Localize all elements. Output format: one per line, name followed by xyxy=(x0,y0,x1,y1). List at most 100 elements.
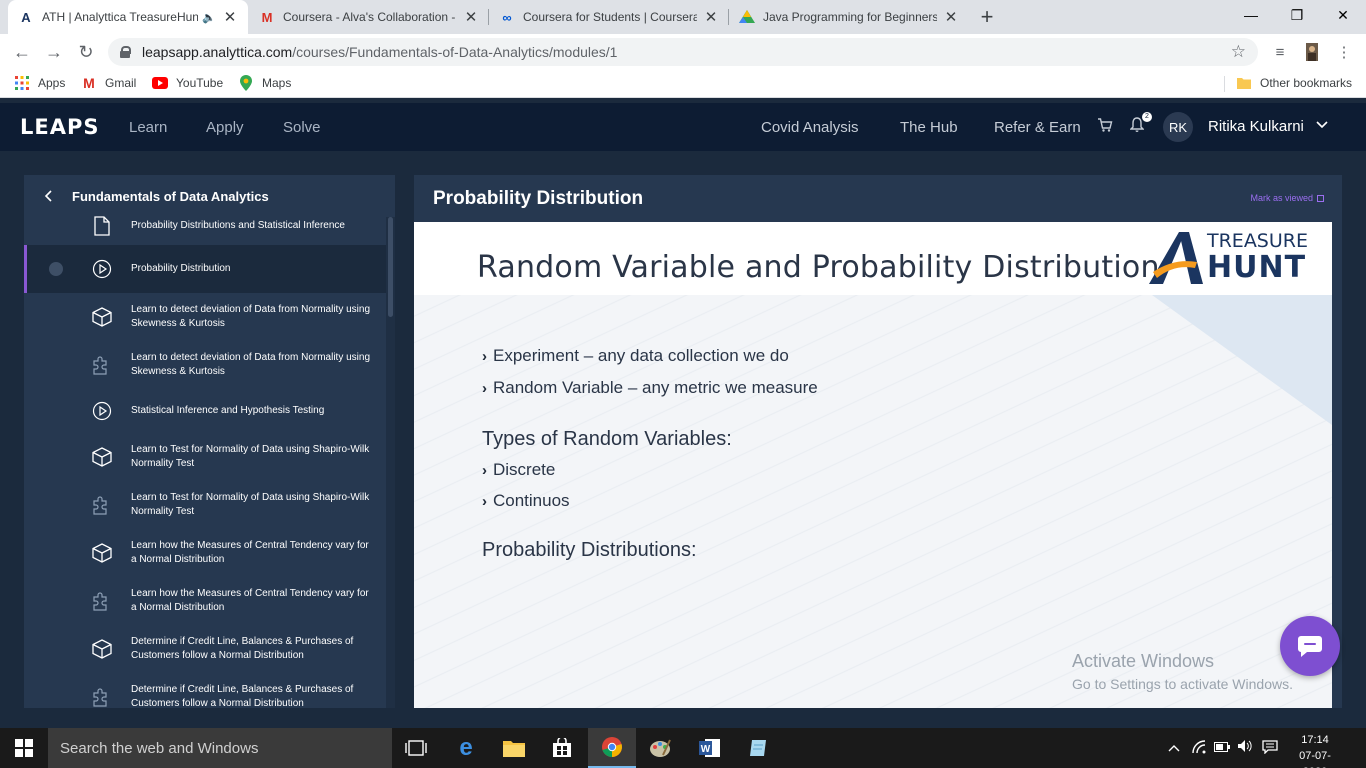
tab-title: Coursera for Students | Coursera xyxy=(523,10,697,24)
chevron-right-icon: › xyxy=(482,347,487,365)
lock-icon xyxy=(120,46,131,58)
nav-the-hub[interactable]: The Hub xyxy=(900,119,958,136)
chevron-left-icon[interactable] xyxy=(24,186,72,207)
nav-refer-earn[interactable]: Refer & Earn xyxy=(994,119,1081,136)
bookmark-label: YouTube xyxy=(176,76,224,90)
sidebar-lesson-item[interactable]: Learn how the Measures of Central Tenden… xyxy=(24,577,386,625)
word-icon[interactable]: W xyxy=(686,728,734,768)
user-avatar[interactable]: RK xyxy=(1163,112,1193,142)
nav-learn[interactable]: Learn xyxy=(129,119,167,136)
mark-as-viewed-button[interactable]: Mark as viewed xyxy=(1250,193,1324,203)
store-icon[interactable] xyxy=(538,728,586,768)
puzzle-icon xyxy=(92,355,112,375)
wifi-icon[interactable] xyxy=(1192,740,1206,757)
chevron-right-icon: › xyxy=(482,461,487,479)
lesson-label: Learn how the Measures of Central Tenden… xyxy=(131,588,369,613)
scrollbar-thumb[interactable] xyxy=(388,217,393,317)
lesson-label: Determine if Credit Line, Balances & Pur… xyxy=(131,684,354,708)
volume-icon[interactable] xyxy=(1238,740,1252,755)
sidebar-lesson-item[interactable]: Probability Distributions and Statistica… xyxy=(24,207,386,245)
tab-coursera-alva[interactable]: M Coursera - Alva's Collaboration - ✕ xyxy=(249,0,489,34)
bookmark-star-icon[interactable]: ☆ xyxy=(1231,42,1246,62)
edge-icon[interactable]: e xyxy=(442,728,490,768)
close-tab-icon[interactable]: ✕ xyxy=(943,8,959,26)
notes-app-icon[interactable] xyxy=(734,728,782,768)
windows-start-icon[interactable] xyxy=(0,728,48,768)
tab-title: Coursera - Alva's Collaboration - xyxy=(283,10,456,24)
tab-java-programming[interactable]: Java Programming for Beginners ✕ xyxy=(729,0,969,34)
sidebar-lesson-item[interactable]: Learn to Test for Normality of Data usin… xyxy=(24,433,386,481)
cart-icon[interactable] xyxy=(1097,117,1113,138)
bookmark-apps[interactable]: Apps xyxy=(14,75,65,91)
close-window-button[interactable]: ✕ xyxy=(1320,0,1366,30)
tab-analyttica[interactable]: A ATH | Analyttica TreasureHun 🔈 ✕ xyxy=(8,0,248,34)
new-tab-button[interactable]: + xyxy=(976,4,998,30)
menu-kebab-icon[interactable]: ⋮ xyxy=(1334,42,1354,62)
bookmark-youtube[interactable]: YouTube xyxy=(152,75,223,91)
tab-title: ATH | Analyttica TreasureHun xyxy=(42,10,199,24)
taskbar-clock[interactable]: 17:14 07-07-2020 xyxy=(1290,732,1340,768)
bookmark-other[interactable]: Other bookmarks xyxy=(1236,75,1352,91)
user-name[interactable]: Ritika Kulkarni xyxy=(1208,118,1304,135)
sidebar-scrollbar[interactable] xyxy=(386,217,395,708)
sidebar-lesson-item[interactable]: Probability Distribution xyxy=(24,245,386,293)
bookmark-gmail[interactable]: M Gmail xyxy=(81,75,136,91)
slide-subheading: Types of Random Variables: xyxy=(482,428,732,450)
sidebar-lesson-item[interactable]: Learn to detect deviation of Data from N… xyxy=(24,293,386,341)
svg-text:W: W xyxy=(701,744,711,755)
sidebar-lesson-item[interactable]: Determine if Credit Line, Balances & Pur… xyxy=(24,625,386,673)
reload-icon[interactable]: ↻ xyxy=(74,40,98,64)
clock-date: 07-07-2020 xyxy=(1299,750,1331,768)
sidebar-lesson-item[interactable]: Learn to detect deviation of Data from N… xyxy=(24,341,386,389)
slide-bullet: › Experiment – any data collection we do xyxy=(482,346,789,366)
bell-icon[interactable] xyxy=(1129,117,1145,138)
paint-icon[interactable] xyxy=(636,728,684,768)
slide-bullet: › Discrete xyxy=(482,460,555,480)
lesson-label: Determine if Credit Line, Balances & Pur… xyxy=(131,636,354,661)
gmail-favicon-icon: M xyxy=(261,9,273,25)
sidebar-title: Fundamentals of Data Analytics xyxy=(72,188,269,204)
tab-coursera-students[interactable]: ∞ Coursera for Students | Coursera ✕ xyxy=(489,0,729,34)
lesson-list: Probability Distributions and Statistica… xyxy=(24,207,386,708)
reading-list-icon[interactable]: ≡ xyxy=(1270,42,1290,62)
profile-avatar-icon[interactable] xyxy=(1302,42,1322,62)
file-explorer-icon[interactable] xyxy=(490,728,538,768)
address-bar[interactable]: leapsapp.analyttica.com/courses/Fundamen… xyxy=(108,38,1258,66)
slide-bullet: › Continuos xyxy=(482,491,570,511)
analyttica-favicon-icon: A xyxy=(21,9,31,25)
mark-as-viewed-label: Mark as viewed xyxy=(1250,193,1313,203)
forward-arrow-icon[interactable]: → xyxy=(42,40,66,64)
tray-chevron-up-icon[interactable] xyxy=(1168,740,1180,755)
close-tab-icon[interactable]: ✕ xyxy=(703,8,719,26)
bookmark-maps[interactable]: Maps xyxy=(238,75,291,91)
sidebar-lesson-item[interactable]: Statistical Inference and Hypothesis Tes… xyxy=(24,389,386,433)
back-arrow-icon[interactable]: ← xyxy=(10,40,34,64)
maximize-button[interactable]: ❐ xyxy=(1274,0,1320,30)
leaps-logo[interactable]: LEAPS xyxy=(20,115,100,139)
close-tab-icon[interactable]: ✕ xyxy=(222,8,238,26)
bookmark-label: Apps xyxy=(38,76,66,90)
nav-apply[interactable]: Apply xyxy=(206,119,244,136)
cube-icon xyxy=(92,447,112,467)
taskbar-search[interactable]: Search the web and Windows xyxy=(48,728,392,768)
lesson-label: Learn to detect deviation of Data from N… xyxy=(131,352,371,377)
clock-time: 17:14 xyxy=(1301,734,1329,746)
slide-decoration xyxy=(1152,295,1332,425)
minimize-button[interactable]: — xyxy=(1228,0,1274,30)
sidebar-lesson-item[interactable]: Learn how the Measures of Central Tenden… xyxy=(24,529,386,577)
sidebar-lesson-item[interactable]: Determine if Credit Line, Balances & Pur… xyxy=(24,673,386,708)
sidebar-lesson-item[interactable]: Learn to Test for Normality of Data usin… xyxy=(24,481,386,529)
speaker-icon[interactable]: 🔈 xyxy=(202,11,216,24)
lesson-content: Probability Distribution Mark as viewed … xyxy=(414,175,1342,708)
chat-button[interactable] xyxy=(1280,616,1340,676)
close-tab-icon[interactable]: ✕ xyxy=(463,8,479,26)
chrome-icon[interactable] xyxy=(588,728,636,768)
notifications-icon[interactable] xyxy=(1262,740,1278,757)
content-header: Probability Distribution Mark as viewed xyxy=(414,175,1342,222)
nav-solve[interactable]: Solve xyxy=(283,119,321,136)
chevron-down-icon[interactable] xyxy=(1316,117,1328,132)
nav-covid-analysis[interactable]: Covid Analysis xyxy=(761,119,859,136)
task-view-icon[interactable] xyxy=(392,728,440,768)
battery-icon[interactable] xyxy=(1214,740,1230,755)
checkbox-icon[interactable] xyxy=(1317,194,1324,202)
